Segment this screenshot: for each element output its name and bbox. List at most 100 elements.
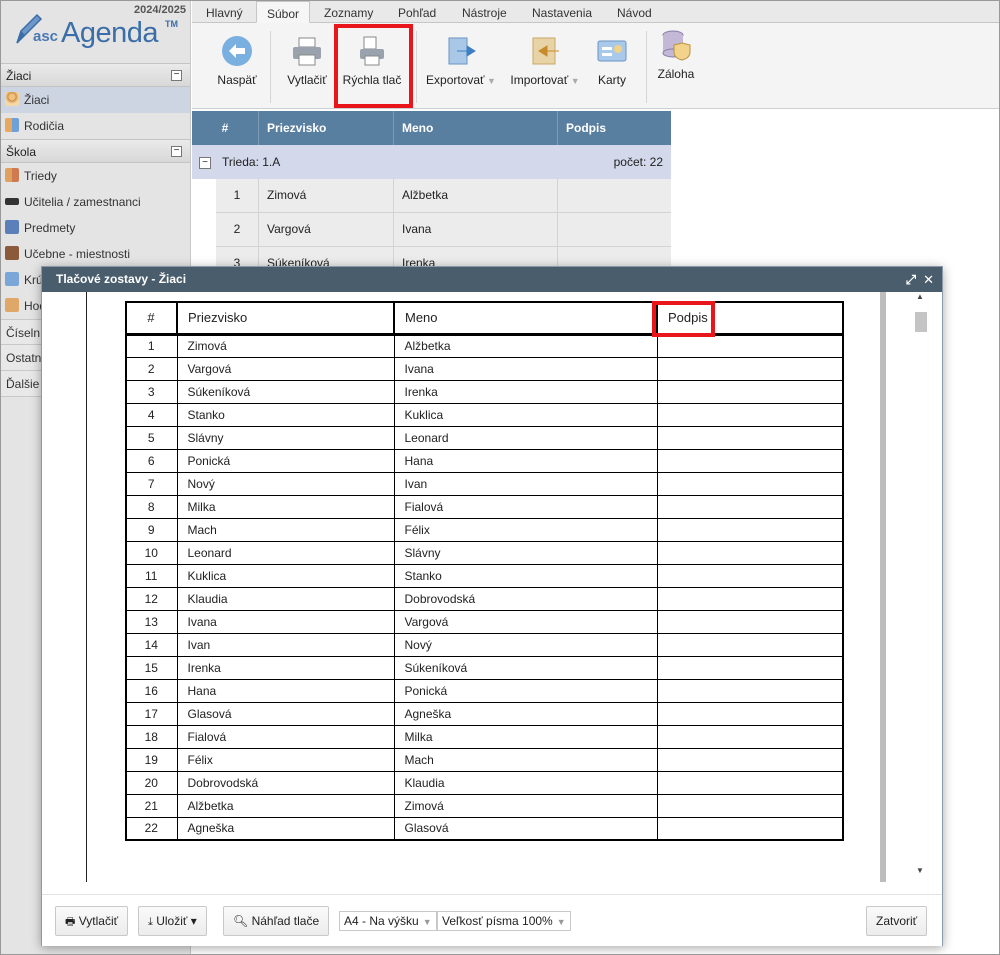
- print-dialog-button[interactable]: 🖶 Vytlačiť: [55, 906, 129, 936]
- collapse-icon[interactable]: −: [171, 146, 182, 157]
- dropdown-arrow-icon: ▼: [422, 917, 432, 927]
- print-button[interactable]: Vytlačiť: [282, 31, 332, 87]
- logo-prefix: asc: [33, 28, 59, 45]
- back-arrow-icon: [221, 35, 253, 67]
- sidebar-section-students[interactable]: Žiaci −: [1, 63, 190, 87]
- cell-surname: Hana: [176, 678, 395, 703]
- cards-button[interactable]: Karty: [592, 31, 632, 87]
- signature-header-highlight: [652, 301, 715, 337]
- expand-toggle-icon[interactable]: −: [199, 157, 211, 169]
- back-button[interactable]: Naspäť: [212, 31, 262, 87]
- vertical-scrollbar[interactable]: ▲ ▼: [914, 292, 928, 882]
- tab-settings[interactable]: Nastavenia: [522, 1, 602, 23]
- dialog-title: Tlačové zostavy - Žiaci: [56, 272, 187, 286]
- table-row: 7 Nový Ivan: [125, 471, 844, 496]
- cell-number: 7: [125, 471, 178, 496]
- import-button[interactable]: Importovať ▼: [508, 31, 582, 87]
- grid-header-name[interactable]: Meno: [394, 111, 558, 145]
- paper-format-select[interactable]: A4 - Na výšku ▼: [339, 911, 437, 931]
- table-row: 19 Félix Mach: [125, 747, 844, 772]
- cell-signature: [656, 678, 844, 703]
- sidebar-item-subjects[interactable]: Predmety: [1, 215, 190, 241]
- tab-main[interactable]: Hlavný: [196, 1, 253, 23]
- cell-surname: Zimová: [259, 179, 394, 212]
- cell-signature: [656, 494, 844, 519]
- cell-signature: [656, 701, 844, 726]
- collapse-icon[interactable]: −: [171, 70, 182, 81]
- grid-header-signature[interactable]: Podpis: [558, 111, 671, 145]
- cell-signature: [656, 333, 844, 358]
- printer-icon: [291, 35, 323, 67]
- cell-name: Ivan: [393, 471, 658, 496]
- scroll-thumb[interactable]: [915, 312, 927, 332]
- students-grid: # Priezvisko Meno Podpis − Trieda: 1.A p…: [192, 111, 671, 281]
- scroll-up-icon[interactable]: ▲: [916, 292, 924, 301]
- scroll-down-icon[interactable]: ▼: [916, 866, 924, 875]
- paper-format-value: A4 - Na výšku: [344, 914, 419, 928]
- table-row: 16 Hana Ponická: [125, 678, 844, 703]
- cell-number: 8: [125, 494, 178, 519]
- maximize-icon[interactable]: ⤢: [906, 267, 916, 292]
- backup-label: Záloha: [657, 67, 695, 81]
- cell-signature: [656, 655, 844, 680]
- logo: 2024/2025 asc Agenda TM: [1, 1, 190, 63]
- cell-surname: Agneška: [176, 816, 395, 841]
- dropdown-arrow-icon: ▼: [484, 76, 496, 86]
- cell-name: Alžbetka: [393, 333, 658, 358]
- tab-lists[interactable]: Zoznamy: [314, 1, 383, 23]
- cell-name: Agneška: [393, 701, 658, 726]
- cell-signature: [656, 609, 844, 634]
- cell-signature: [656, 563, 844, 588]
- tab-tools[interactable]: Nástroje: [452, 1, 517, 23]
- cell-surname: Glasová: [176, 701, 395, 726]
- cell-name: Stanko: [393, 563, 658, 588]
- table-row: 20 Dobrovodská Klaudia: [125, 770, 844, 795]
- col-header-number: #: [125, 301, 178, 336]
- app-window: 2024/2025 asc Agenda TM Žiaci − Žiaci Ro…: [0, 0, 1000, 955]
- student-icon: [5, 92, 19, 106]
- sidebar-item-teachers[interactable]: Učitelia / zamestnanci: [1, 189, 190, 215]
- group-row[interactable]: − Trieda: 1.A počet: 22: [192, 145, 671, 179]
- ribbon-toolbar: Naspäť Vytlačiť Rýchla tlač Exportovať ▼: [192, 23, 999, 109]
- table-row: 22 Agneška Glasová: [125, 816, 844, 841]
- cell-name: Leonard: [393, 425, 658, 450]
- font-size-select[interactable]: Veľkosť písma 100% ▼: [437, 911, 571, 931]
- cell-surname: Leonard: [176, 540, 395, 565]
- cell-name: Milka: [393, 724, 658, 749]
- print-preview-area[interactable]: # Priezvisko Meno Podpis 1 Zimová Alžbetka…: [42, 292, 942, 894]
- backup-button[interactable]: Záloha: [654, 25, 698, 81]
- grid-header-surname[interactable]: Priezvisko: [259, 111, 394, 145]
- print-preview-button[interactable]: 🔍︎ Náhľad tlače: [223, 906, 330, 936]
- cell-surname: Ponická: [176, 448, 395, 473]
- table-row[interactable]: 1 Zimová Alžbetka: [216, 179, 671, 213]
- close-button[interactable]: Zatvoriť: [866, 906, 928, 936]
- print-label: Vytlačiť: [287, 73, 327, 87]
- cell-name: Slávny: [393, 540, 658, 565]
- ribbon-separator: [646, 31, 647, 103]
- tab-file[interactable]: Súbor: [256, 1, 311, 23]
- close-icon[interactable]: ✕: [923, 267, 934, 292]
- sidebar-item-students[interactable]: Žiaci: [1, 87, 190, 113]
- sidebar-item-parents[interactable]: Rodičia: [1, 113, 190, 139]
- classes-icon: [5, 168, 19, 182]
- print-table-body: 1 Zimová Alžbetka 2 Vargová Ivana 3 Súkeníková I…: [125, 333, 844, 841]
- database-shield-icon: [660, 29, 692, 61]
- cell-signature: [656, 586, 844, 611]
- sidebar-item-label: Učebne - miestnosti: [24, 247, 131, 261]
- export-button[interactable]: Exportovať ▼: [424, 31, 498, 87]
- cell-name: Súkeníková: [393, 655, 658, 680]
- tab-guide[interactable]: Návod: [607, 1, 662, 23]
- table-row: 13 Ivana Vargová: [125, 609, 844, 634]
- printer-icon: 🖶: [65, 916, 76, 928]
- save-button[interactable]: ⤓ Uložiť ▾: [138, 906, 207, 936]
- cell-signature: [656, 517, 844, 542]
- table-row[interactable]: 2 Vargová Ivana: [216, 213, 671, 247]
- grid-header-number[interactable]: #: [192, 111, 259, 145]
- cell-surname: Súkeníková: [176, 379, 395, 404]
- sidebar-section-school[interactable]: Škola −: [1, 139, 190, 163]
- cell-number: 22: [125, 816, 178, 841]
- cell-signature: [656, 724, 844, 749]
- tab-view[interactable]: Pohľad: [388, 1, 446, 23]
- sidebar-item-rooms[interactable]: Učebne - miestnosti: [1, 241, 190, 267]
- sidebar-item-classes[interactable]: Triedy: [1, 163, 190, 189]
